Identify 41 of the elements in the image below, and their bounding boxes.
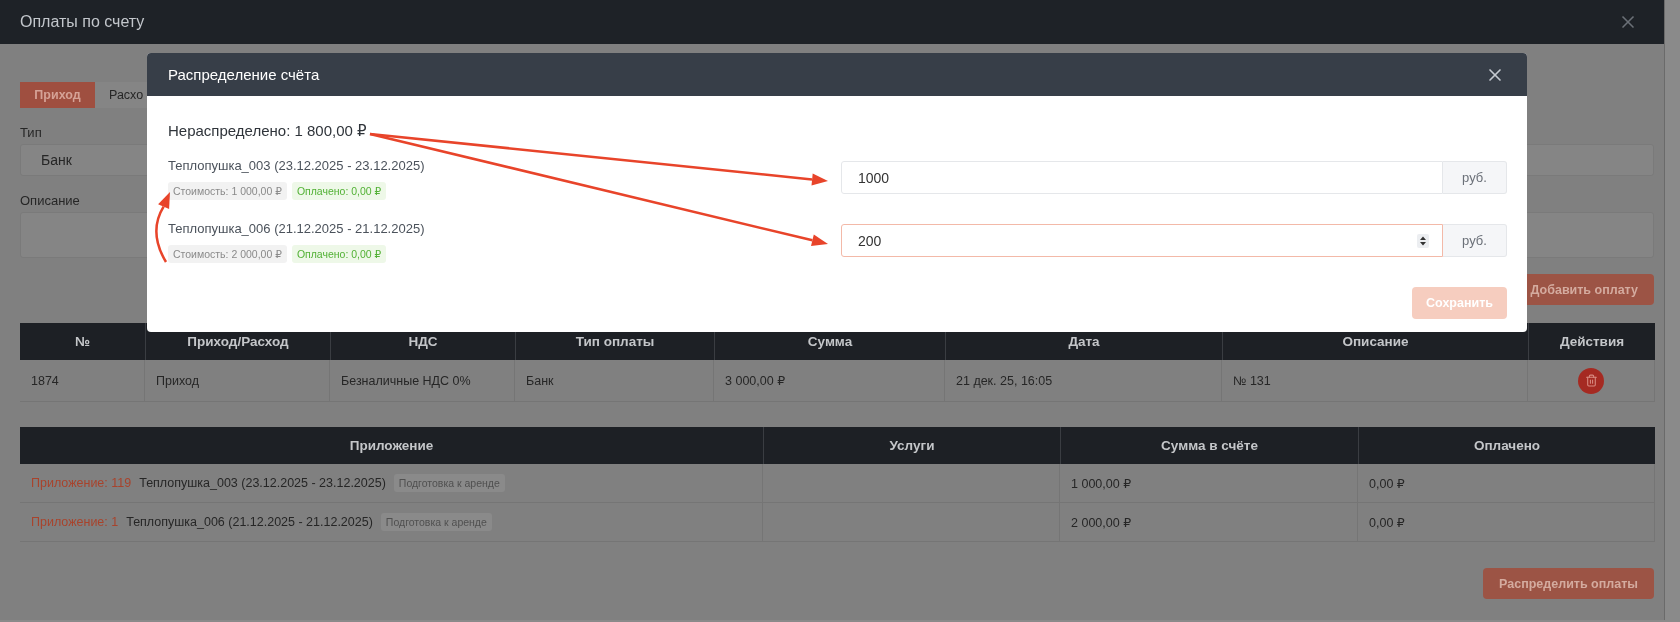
dialog-title: Распределение счёта	[168, 66, 320, 83]
amount-field[interactable]: 200	[841, 224, 1443, 257]
table-cell: 1 000,00 ₽	[1071, 475, 1132, 491]
table-cell: 0,00 ₽	[1369, 475, 1405, 491]
column-header: №	[20, 323, 145, 360]
unallocated-amount: Нераспределено: 1 800,00 ₽	[168, 122, 368, 140]
item-title: Теплопушка_003 (23.12.2025 - 23.12.2025)	[168, 158, 426, 173]
appendix-link[interactable]: Приложение: 119	[31, 476, 132, 490]
table-cell: № 131	[1233, 373, 1271, 388]
column-header: Приложение	[20, 427, 763, 464]
column-header: Сумма в счёте	[1060, 427, 1358, 464]
table-cell: Теплопушка_003 (23.12.2025 - 23.12.2025)	[139, 476, 386, 490]
trash-icon	[1584, 374, 1598, 387]
table-cell: 0,00 ₽	[1369, 514, 1405, 530]
field-label: Описание	[20, 193, 80, 208]
spinner-icon[interactable]	[1417, 234, 1429, 248]
paid-tag: Оплачено: 0,00 ₽	[291, 245, 387, 263]
item-title: Теплопушка_006 (21.12.2025 - 21.12.2025)	[168, 221, 426, 236]
curved-arrow	[155, 192, 170, 263]
table-cell: 1874	[31, 373, 59, 388]
unit-label: руб.	[1443, 224, 1507, 257]
table-cell: Банк	[526, 373, 554, 388]
paid-tag: Оплачено: 0,00 ₽	[291, 182, 387, 200]
distribute-button[interactable]: Распределить оплаты	[1483, 568, 1654, 599]
unit-label: руб.	[1443, 161, 1507, 194]
field-label: Тип	[20, 125, 42, 140]
column-header: Услуги	[763, 427, 1060, 464]
cost-tag: Стоимость: 2 000,00 ₽	[168, 245, 287, 263]
tab[interactable]: Приход	[20, 82, 95, 108]
column-header: Оплачено	[1358, 427, 1655, 464]
table-cell: 21 дек. 25, 16:05	[956, 373, 1053, 388]
cost-tag: Стоимость: 1 000,00 ₽	[168, 182, 287, 200]
table-cell: Теплопушка_006 (21.12.2025 - 21.12.2025)	[126, 515, 373, 529]
window-title: Оплаты по счету	[20, 13, 145, 31]
appendix-link[interactable]: Приложение: 1	[31, 515, 119, 529]
table-cell: 2 000,00 ₽	[1071, 514, 1132, 530]
column-header: Действия	[1528, 323, 1655, 360]
table-cell: Безналичные НДС 0%	[341, 373, 471, 388]
table-cell: Приход	[156, 373, 199, 388]
amount-field[interactable]: 1000	[841, 161, 1443, 194]
table-cell: 3 000,00 ₽	[725, 373, 786, 388]
